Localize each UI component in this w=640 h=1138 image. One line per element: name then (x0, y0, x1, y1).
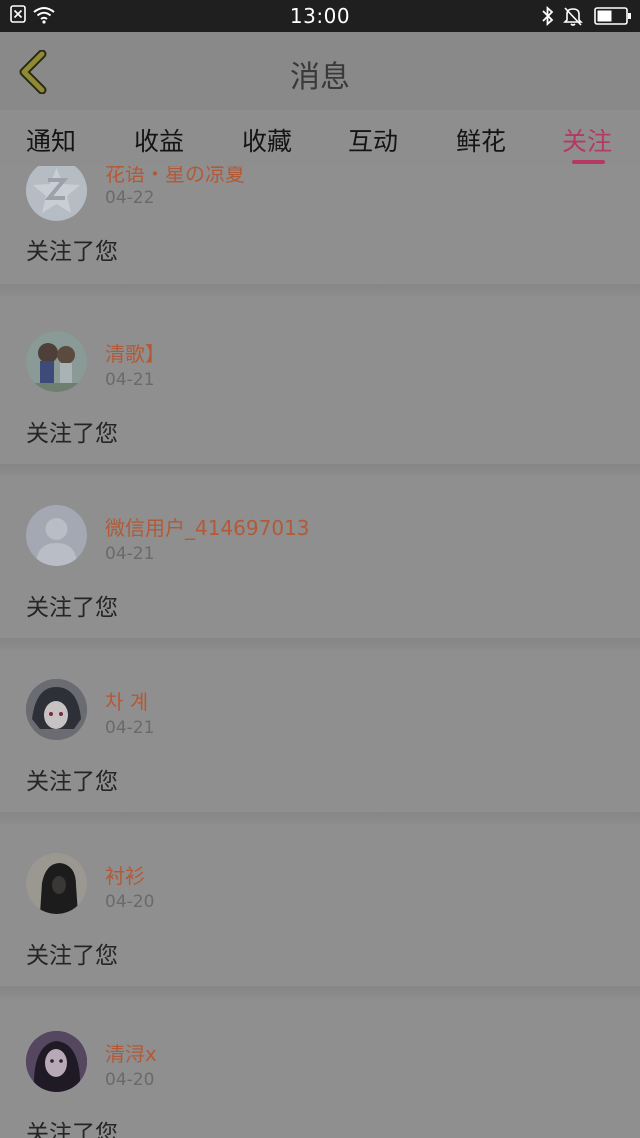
notification-date: 04-21 (105, 718, 155, 738)
active-tab-indicator (572, 160, 605, 164)
notification-message: 关注了您 (26, 595, 118, 621)
username[interactable]: 微信用户_414697013 (105, 512, 310, 541)
status-bar: 13:00 (0, 0, 640, 32)
username[interactable]: 清浔x (105, 1038, 157, 1067)
list-item[interactable]: 차 계 04-21 关注了您 (0, 646, 640, 820)
tab-interactions[interactable]: 互动 (348, 122, 398, 158)
notification-date: 04-20 (105, 1070, 155, 1090)
username[interactable]: 차 계 (105, 686, 148, 715)
username[interactable]: 花语・星の凉夏 (105, 166, 245, 187)
nav-header: 消息 (0, 32, 640, 111)
username[interactable]: 清歌】 (105, 338, 165, 367)
tab-notifications[interactable]: 通知 (26, 122, 76, 158)
list-item[interactable]: 清歌】 04-21 关注了您 (0, 298, 640, 472)
follow-notification-list[interactable]: 花语・星の凉夏 04-22 关注了您 清歌】 04-21 关注了您 微信用户_4… (0, 166, 640, 1138)
list-item[interactable]: 微信用户_414697013 04-21 关注了您 (0, 472, 640, 646)
tab-flowers[interactable]: 鲜花 (456, 122, 506, 158)
tab-follows[interactable]: 关注 (562, 122, 612, 158)
username[interactable]: 衬衫 (105, 860, 145, 889)
notification-message: 关注了您 (26, 943, 118, 969)
notification-message: 关注了您 (26, 421, 118, 447)
notification-date: 04-21 (105, 544, 155, 564)
notification-date: 04-22 (105, 188, 155, 208)
list-item[interactable]: 清浔x 04-20 关注了您 (0, 994, 640, 1138)
portrait-girl-avatar[interactable] (26, 1031, 87, 1092)
tab-favorites[interactable]: 收藏 (242, 122, 292, 158)
battery-icon (594, 7, 631, 25)
divider (0, 284, 640, 298)
default-person-avatar[interactable] (26, 505, 87, 566)
mute-icon (563, 7, 583, 26)
anime-girls-avatar[interactable] (26, 331, 87, 392)
notification-date: 04-20 (105, 892, 155, 912)
bluetooth-icon (542, 5, 554, 27)
notification-message: 关注了您 (26, 769, 118, 795)
tab-bar: 通知 收益 收藏 互动 鲜花 关注 (0, 110, 640, 166)
tab-earnings[interactable]: 收益 (134, 122, 184, 158)
list-item[interactable]: 衬衫 04-20 关注了您 (0, 820, 640, 994)
notification-message: 关注了您 (26, 1121, 118, 1138)
anime-dark-avatar[interactable] (26, 679, 87, 740)
notification-date: 04-21 (105, 370, 155, 390)
hooded-figure-avatar[interactable] (26, 853, 87, 914)
qzone-default-avatar[interactable] (26, 166, 87, 221)
notification-message: 关注了您 (26, 239, 118, 265)
page-title: 消息 (290, 60, 350, 95)
